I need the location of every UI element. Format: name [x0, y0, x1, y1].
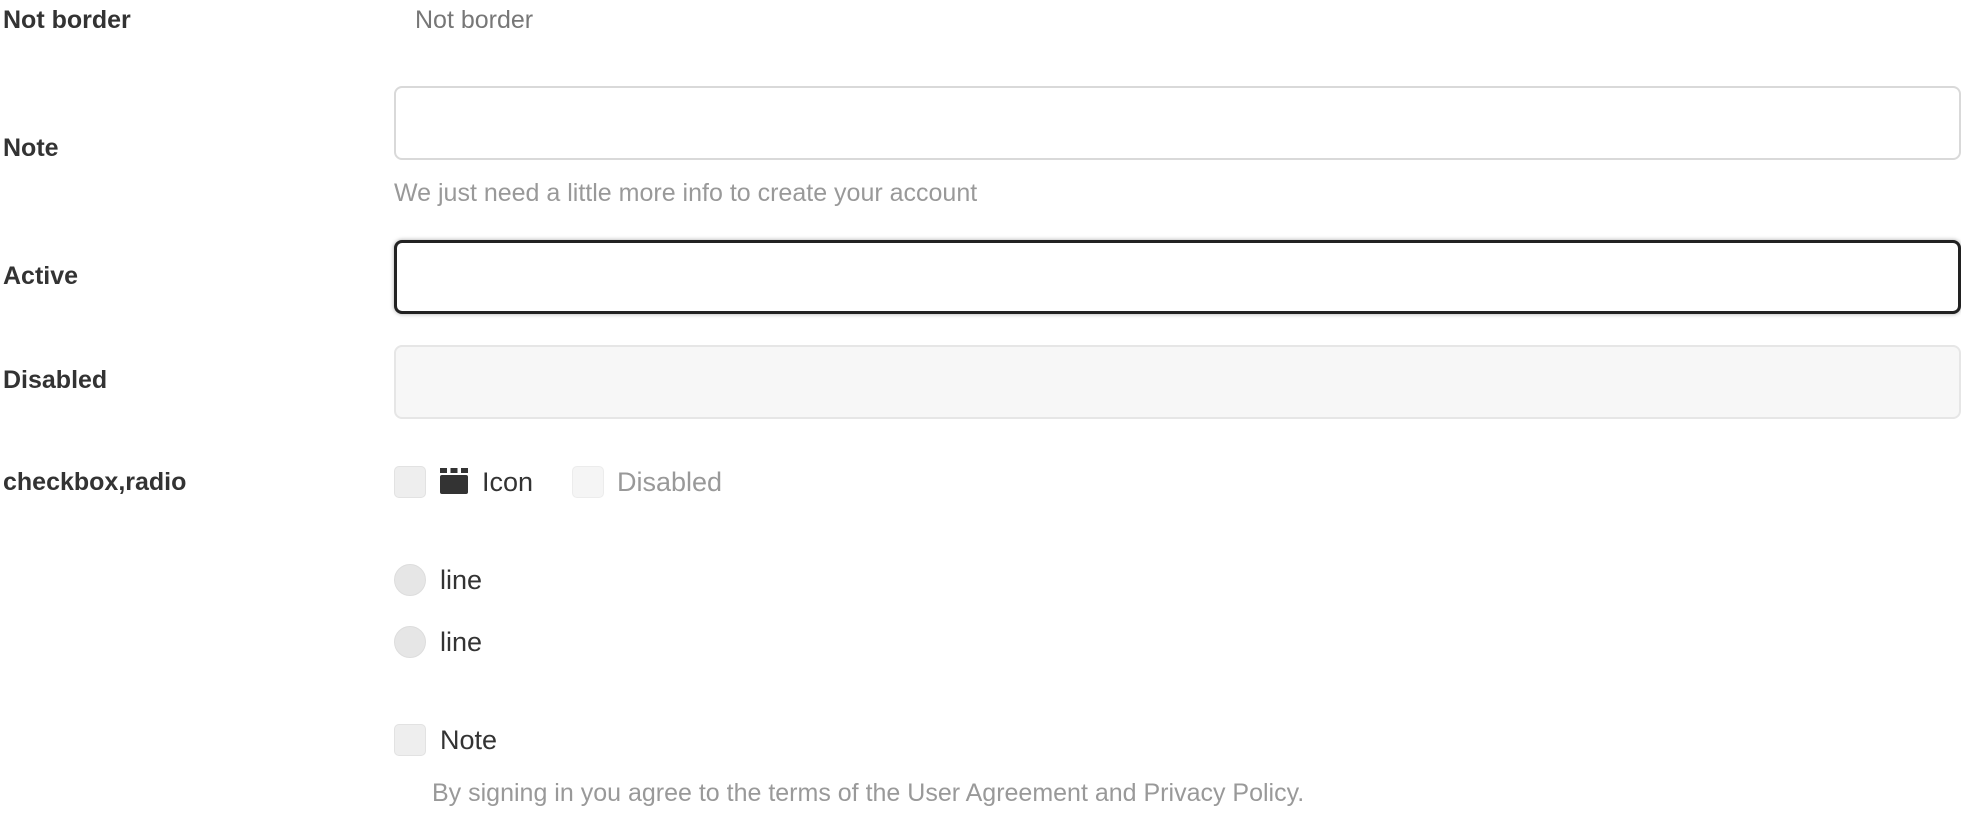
checkbox-radio-label: checkbox,radio — [3, 468, 187, 496]
radio-line-1[interactable] — [394, 564, 426, 596]
note-input[interactable] — [394, 86, 1961, 160]
terms-text: By signing in you agree to the terms of … — [432, 779, 1305, 807]
disabled-input — [394, 345, 1961, 419]
note-checkbox-label[interactable]: Note — [440, 725, 497, 756]
disabled-checkbox — [572, 466, 604, 498]
icon-checkbox-label[interactable]: Icon — [482, 467, 533, 498]
form-page: Not border Not border Note We just need … — [0, 0, 1961, 814]
calendar-icon — [440, 468, 468, 494]
not-border-value[interactable]: Not border — [415, 6, 533, 35]
icon-checkbox[interactable] — [394, 466, 426, 498]
note-checkbox[interactable] — [394, 724, 426, 756]
note-help-text: We just need a little more info to creat… — [394, 179, 978, 207]
active-label: Active — [3, 262, 79, 290]
disabled-checkbox-label: Disabled — [617, 467, 723, 497]
radio-line-2[interactable] — [394, 626, 426, 658]
disabled-label: Disabled — [3, 366, 108, 394]
note-label: Note — [3, 134, 59, 162]
not-border-label: Not border — [3, 6, 131, 34]
radio-line-2-label[interactable]: line — [440, 627, 482, 658]
active-input[interactable] — [394, 240, 1961, 314]
radio-line-1-label[interactable]: line — [440, 565, 482, 596]
